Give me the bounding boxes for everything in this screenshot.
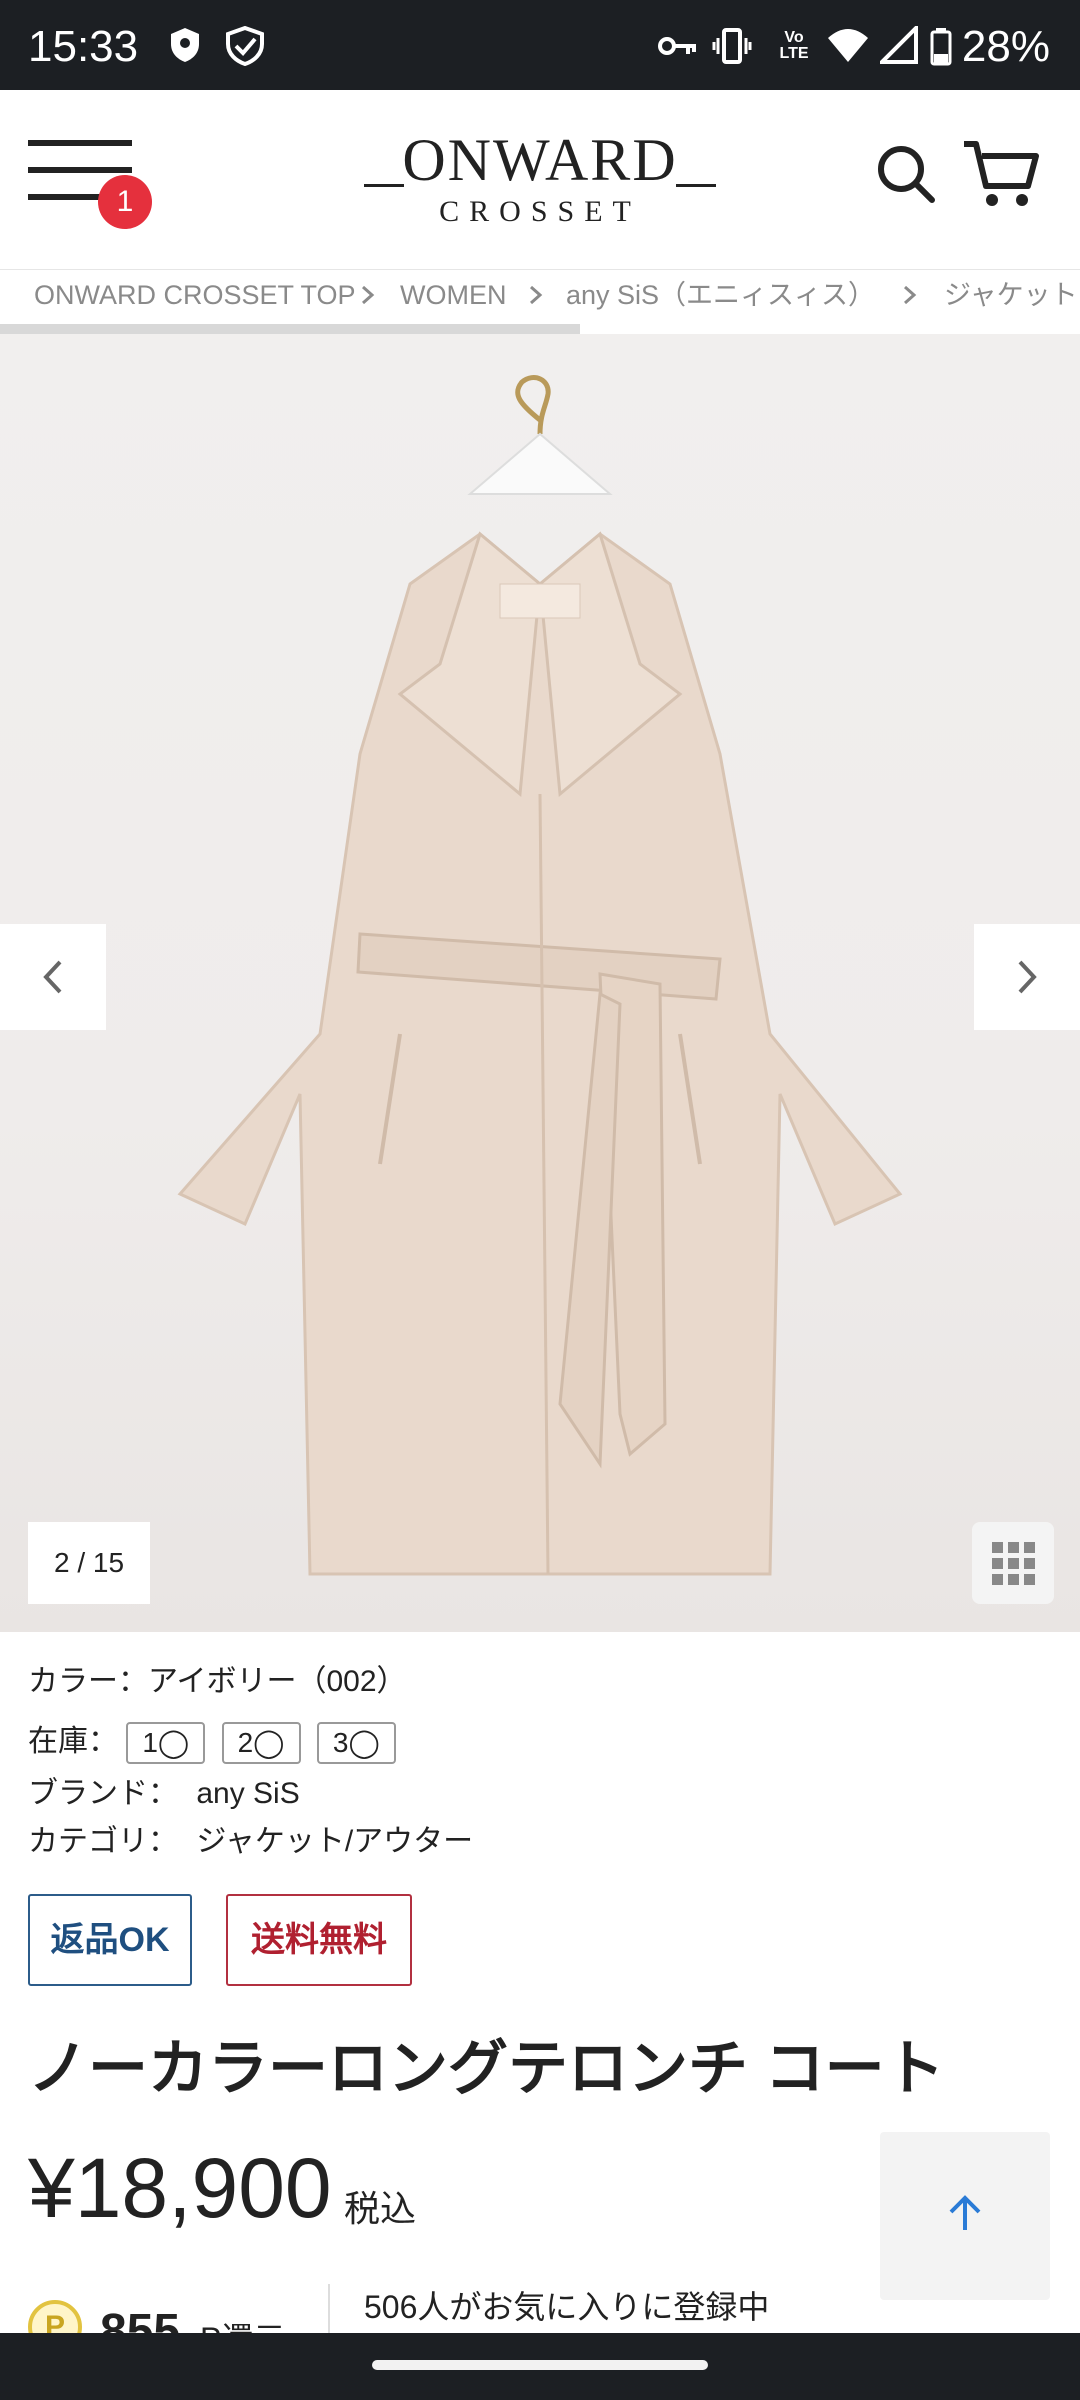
product-color: カラー：アイボリー（002）	[28, 1665, 407, 1698]
volte-label: Vo LTE	[779, 29, 809, 62]
battery-icon	[930, 28, 952, 71]
system-nav-bar	[0, 2333, 1080, 2400]
product-price: ¥18,900	[28, 2141, 332, 2235]
signal-icon	[877, 23, 918, 69]
vibrate-icon	[712, 26, 752, 71]
gallery-grid-button[interactable]	[972, 1522, 1054, 1604]
volte-icon: Vo LTE	[774, 30, 814, 62]
brand-link[interactable]: any SiS	[196, 1777, 299, 1810]
key-icon	[658, 34, 698, 63]
cart-icon	[964, 141, 1039, 206]
status-time: 15:33	[28, 22, 139, 71]
breadcrumb-scrollbar[interactable]	[0, 324, 580, 334]
site-logo[interactable]: ONWARD CROSSET	[360, 126, 720, 236]
breadcrumb-item-women[interactable]: WOMEN	[400, 270, 506, 320]
stock-size-3[interactable]: 3◯	[316, 1722, 396, 1765]
logo-main-text: ONWARD	[402, 127, 678, 193]
stock-row: 在庫： 1◯ 2◯ 3◯	[28, 1716, 404, 1765]
scroll-to-top-button[interactable]	[880, 2132, 1050, 2300]
stock-size-2[interactable]: 2◯	[221, 1722, 301, 1765]
category-row: カテゴリ： ジャケット/アウター	[28, 1816, 473, 1860]
product-image-gallery[interactable]: 2 / 15	[0, 334, 1080, 1632]
stock-size-1[interactable]: 1◯	[126, 1722, 206, 1765]
search-icon	[878, 146, 935, 203]
favorites-count[interactable]: 506人がお気に入りに登録中	[364, 2282, 769, 2328]
status-bar: 15:33 Vo LTE 28%	[0, 0, 1080, 90]
breadcrumb-item-top[interactable]: ONWARD CROSSET TOP	[34, 270, 356, 320]
brand-label: ブランド：	[28, 1777, 178, 1810]
breadcrumb: ONWARD CROSSET TOP WOMEN any SiS（エニィスィス）…	[0, 270, 1080, 326]
shield-icon	[168, 26, 202, 69]
breadcrumb-item-category[interactable]: ジャケット	[944, 270, 1078, 320]
wifi-icon	[826, 26, 870, 69]
logo-sub-text: CROSSET	[439, 195, 641, 228]
arrow-up-icon	[949, 2195, 981, 2230]
returns-ok-badge: 返品OK	[28, 1894, 192, 1986]
site-header: 1 ONWARD CROSSET	[0, 90, 1080, 270]
free-shipping-badge: 送料無料	[226, 1894, 412, 1986]
category-label: カテゴリ：	[28, 1825, 178, 1858]
brand-row: ブランド： any SiS	[28, 1768, 300, 1812]
logo-line-left	[364, 184, 404, 187]
stock-label: 在庫：	[28, 1725, 118, 1758]
grid-icon	[992, 1542, 1035, 1585]
chevron-left-icon	[43, 960, 62, 994]
product-title: ノーカラーロングテロンチ コート	[28, 2035, 945, 2102]
menu-bar-icon	[28, 167, 132, 173]
chevron-right-icon	[1018, 960, 1037, 994]
chevron-right-icon	[526, 270, 546, 326]
tax-label: 税込	[344, 2188, 417, 2229]
breadcrumb-item-brand[interactable]: any SiS（エニィスィス）	[566, 270, 875, 320]
gallery-next-button[interactable]	[974, 924, 1080, 1030]
cart-button[interactable]	[962, 140, 1042, 210]
category-link[interactable]: ジャケット/アウター	[196, 1825, 473, 1858]
menu-bar-icon	[28, 140, 132, 146]
chevron-right-icon	[900, 270, 920, 326]
chevron-right-icon	[358, 270, 378, 326]
home-gesture-handle[interactable]	[372, 2360, 708, 2370]
image-counter: 2 / 15	[28, 1522, 150, 1604]
product-image-coat	[177, 375, 903, 1576]
check-shield-icon	[224, 25, 266, 71]
menu-notification-badge: 1	[98, 175, 152, 229]
search-button[interactable]	[876, 144, 936, 204]
logo-line-right	[676, 184, 716, 187]
gallery-prev-button[interactable]	[0, 924, 106, 1030]
battery-percent: 28%	[961, 22, 1050, 71]
